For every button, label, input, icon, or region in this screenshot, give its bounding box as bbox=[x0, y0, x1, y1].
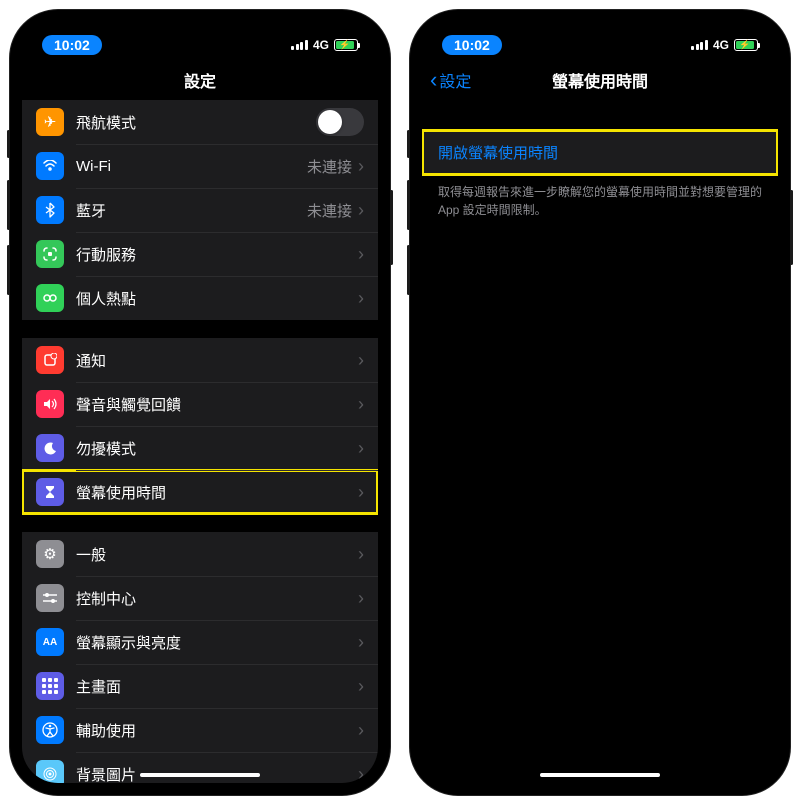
row-display[interactable]: AA 螢幕顯示與亮度 › bbox=[22, 620, 378, 664]
gear-icon: ⚙ bbox=[36, 540, 64, 568]
row-value: 未連接 bbox=[307, 200, 352, 221]
mute-switch bbox=[407, 130, 410, 158]
chevron-right-icon: › bbox=[358, 156, 364, 177]
status-time[interactable]: 10:02 bbox=[442, 35, 502, 55]
row-label: 勿擾模式 bbox=[76, 438, 358, 459]
chevron-right-icon: › bbox=[358, 200, 364, 221]
row-label: 螢幕顯示與亮度 bbox=[76, 632, 358, 653]
row-general[interactable]: ⚙ 一般 › bbox=[22, 532, 378, 576]
hotspot-icon bbox=[36, 284, 64, 312]
notch bbox=[110, 22, 290, 48]
screen-time-content[interactable]: 開啟螢幕使用時間 取得每週報告來進一步瞭解您的螢幕使用時間並對想要管理的 App… bbox=[422, 100, 778, 783]
phone-right-screen-time: 10:02 4G ⚡ ‹ 設定 螢幕使用時間 開啟螢幕使用時間 取得每週報告來進… bbox=[410, 10, 790, 795]
row-label: 輔助使用 bbox=[76, 720, 358, 741]
home-indicator[interactable] bbox=[140, 773, 260, 777]
home-grid-icon bbox=[36, 672, 64, 700]
settings-group-attention: 通知 › 聲音與觸覺回饋 › 勿擾模式 › 螢幕使用時間 › bbox=[22, 338, 378, 514]
mute-switch bbox=[7, 130, 10, 158]
row-control-center[interactable]: 控制中心 › bbox=[22, 576, 378, 620]
chevron-right-icon: › bbox=[358, 588, 364, 609]
display-icon: AA bbox=[36, 628, 64, 656]
row-value: 未連接 bbox=[307, 156, 352, 177]
settings-group-connectivity: ✈ 飛航模式 Wi-Fi 未連接 › 藍牙 未連接 › bbox=[22, 100, 378, 320]
signal-icon bbox=[691, 40, 708, 50]
row-label: 藍牙 bbox=[76, 200, 307, 221]
volume-down bbox=[7, 245, 10, 295]
row-label: 主畫面 bbox=[76, 676, 358, 697]
phone-left-settings: 10:02 4G ⚡ 設定 ✈ 飛航模式 Wi-Fi 未連接 bbox=[10, 10, 390, 795]
row-label: 通知 bbox=[76, 350, 358, 371]
row-label: 飛航模式 bbox=[76, 112, 316, 133]
chevron-right-icon: › bbox=[358, 394, 364, 415]
chevron-right-icon: › bbox=[358, 438, 364, 459]
battery-icon: ⚡ bbox=[334, 39, 358, 51]
chevron-right-icon: › bbox=[358, 288, 364, 309]
enable-screen-time-button[interactable]: 開啟螢幕使用時間 bbox=[422, 130, 778, 175]
airplane-toggle[interactable] bbox=[316, 108, 364, 136]
row-accessibility[interactable]: 輔助使用 › bbox=[22, 708, 378, 752]
chevron-left-icon: ‹ bbox=[430, 69, 437, 91]
wallpaper-icon bbox=[36, 760, 64, 783]
notch bbox=[510, 22, 690, 48]
notifications-icon bbox=[36, 346, 64, 374]
settings-group-general: ⚙ 一般 › 控制中心 › AA 螢幕顯示與亮度 › 主畫面 › bbox=[22, 532, 378, 783]
status-time[interactable]: 10:02 bbox=[42, 35, 102, 55]
row-notifications[interactable]: 通知 › bbox=[22, 338, 378, 382]
nav-header: 設定 bbox=[22, 60, 378, 100]
action-label: 開啟螢幕使用時間 bbox=[438, 142, 762, 163]
wifi-icon bbox=[36, 152, 64, 180]
sliders-icon bbox=[36, 584, 64, 612]
battery-icon: ⚡ bbox=[734, 39, 758, 51]
home-indicator[interactable] bbox=[540, 773, 660, 777]
footer-description: 取得每週報告來進一步瞭解您的螢幕使用時間並對想要管理的 App 設定時間限制。 bbox=[422, 175, 778, 227]
chevron-right-icon: › bbox=[358, 482, 364, 503]
power-button bbox=[390, 190, 393, 265]
airplane-icon: ✈ bbox=[36, 108, 64, 136]
row-label: 行動服務 bbox=[76, 244, 358, 265]
volume-up bbox=[407, 180, 410, 230]
chevron-right-icon: › bbox=[358, 676, 364, 697]
back-button[interactable]: ‹ 設定 bbox=[430, 68, 471, 92]
nav-header: ‹ 設定 螢幕使用時間 bbox=[422, 60, 778, 100]
row-sounds[interactable]: 聲音與觸覺回饋 › bbox=[22, 382, 378, 426]
chevron-right-icon: › bbox=[358, 764, 364, 784]
sounds-icon bbox=[36, 390, 64, 418]
network-label: 4G bbox=[313, 38, 329, 52]
row-wifi[interactable]: Wi-Fi 未連接 › bbox=[22, 144, 378, 188]
cellular-icon bbox=[36, 240, 64, 268]
chevron-right-icon: › bbox=[358, 720, 364, 741]
row-screen-time[interactable]: 螢幕使用時間 › bbox=[22, 470, 378, 514]
page-title: 螢幕使用時間 bbox=[552, 68, 648, 92]
row-label: 控制中心 bbox=[76, 588, 358, 609]
row-bluetooth[interactable]: 藍牙 未連接 › bbox=[22, 188, 378, 232]
power-button bbox=[790, 190, 793, 265]
row-do-not-disturb[interactable]: 勿擾模式 › bbox=[22, 426, 378, 470]
row-label: Wi-Fi bbox=[76, 158, 307, 175]
back-label: 設定 bbox=[439, 68, 471, 92]
hourglass-icon bbox=[36, 478, 64, 506]
row-home-screen[interactable]: 主畫面 › bbox=[22, 664, 378, 708]
chevron-right-icon: › bbox=[358, 244, 364, 265]
settings-list[interactable]: ✈ 飛航模式 Wi-Fi 未連接 › 藍牙 未連接 › bbox=[22, 100, 378, 783]
page-title: 設定 bbox=[184, 68, 216, 92]
row-wallpaper[interactable]: 背景圖片 › bbox=[22, 752, 378, 783]
chevron-right-icon: › bbox=[358, 544, 364, 565]
signal-icon bbox=[291, 40, 308, 50]
row-label: 聲音與觸覺回饋 bbox=[76, 394, 358, 415]
chevron-right-icon: › bbox=[358, 350, 364, 371]
moon-icon bbox=[36, 434, 64, 462]
volume-up bbox=[7, 180, 10, 230]
row-cellular[interactable]: 行動服務 › bbox=[22, 232, 378, 276]
row-label: 螢幕使用時間 bbox=[76, 482, 358, 503]
row-airplane-mode[interactable]: ✈ 飛航模式 bbox=[22, 100, 378, 144]
network-label: 4G bbox=[713, 38, 729, 52]
accessibility-icon bbox=[36, 716, 64, 744]
chevron-right-icon: › bbox=[358, 632, 364, 653]
row-label: 一般 bbox=[76, 544, 358, 565]
row-label: 個人熱點 bbox=[76, 288, 358, 309]
volume-down bbox=[407, 245, 410, 295]
bluetooth-icon bbox=[36, 196, 64, 224]
row-hotspot[interactable]: 個人熱點 › bbox=[22, 276, 378, 320]
